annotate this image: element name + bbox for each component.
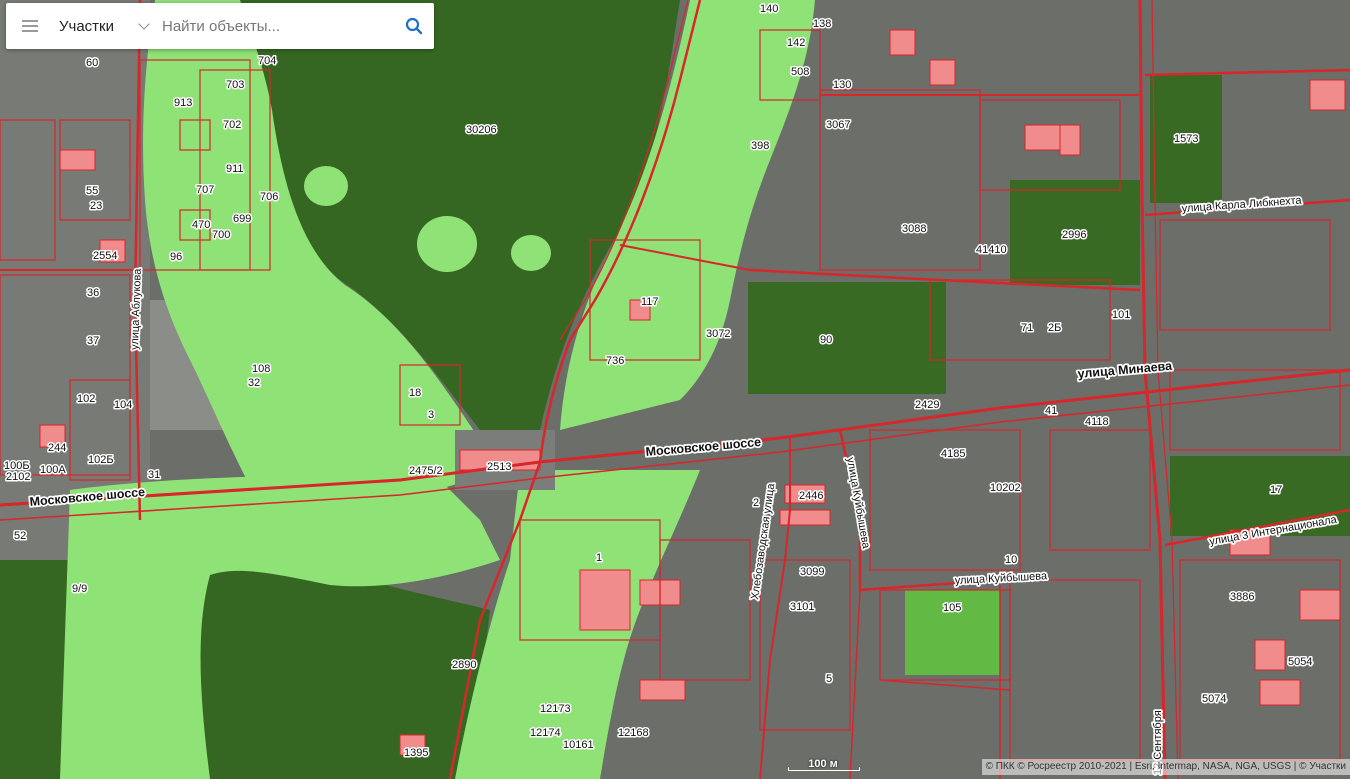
parcel-label: 2475/2 (409, 465, 443, 477)
parcel-label: 470 (192, 219, 210, 231)
parcel-label: 3101 (790, 601, 814, 613)
park-90 (748, 282, 946, 394)
parcel-label: 2554 (93, 250, 117, 262)
menu-button[interactable] (6, 3, 54, 49)
layer-select-label: Участки (59, 17, 114, 35)
parcel-label: 913 (174, 97, 192, 109)
parcel-label: 1 (596, 552, 602, 564)
scale-line (788, 767, 860, 771)
map-canvas[interactable]: 30206 398 736 3072 117 90 2429 2475/2 25… (0, 0, 1350, 779)
parcel-label: 12174 (530, 727, 561, 739)
parcel-label: 18 (409, 387, 421, 399)
search-input[interactable] (156, 11, 378, 41)
parcel-label: 96 (170, 251, 182, 263)
parcel-label: 31 (148, 469, 160, 481)
parcel-label: 17 (1270, 484, 1282, 496)
parcel-label: 52 (14, 530, 26, 542)
parcel-label: 2Б (1048, 322, 1061, 334)
parcel-label: 60 (86, 57, 98, 69)
parcel-label: 703 (226, 79, 244, 91)
parcel-label: 10202 (990, 482, 1021, 494)
parcel-label: 102 (77, 393, 95, 405)
parcel-label: 104 (114, 399, 132, 411)
parcel-label: 2102 (6, 471, 30, 483)
parcel-label: 30206 (466, 124, 497, 136)
parcel-label: 3072 (706, 328, 730, 340)
layer-select[interactable]: Участки (54, 3, 156, 49)
parcel-label: 142 (787, 37, 805, 49)
parcel-label: 1395 (404, 747, 428, 759)
parcel-label: 130 (833, 79, 851, 91)
parcel-label: 140 (760, 3, 778, 15)
parcel-label: 699 (233, 213, 251, 225)
parcel-label: 5054 (1288, 656, 1312, 668)
parcel-label: 3088 (902, 223, 926, 235)
island-2 (417, 216, 477, 272)
parcel-label: 12168 (618, 727, 649, 739)
parcel-label: 101 (1112, 309, 1130, 321)
parcel-label: 100А (40, 464, 66, 476)
search-button[interactable] (394, 3, 434, 49)
parcel-label: 3067 (826, 119, 850, 131)
parcel-label: 702 (223, 119, 241, 131)
parcel-label: 2446 (799, 490, 823, 502)
parcel-label: 2996 (1062, 229, 1086, 241)
parcel-label: 71 (1021, 322, 1033, 334)
parcel-label: 704 (258, 55, 276, 67)
search-panel: Участки (6, 3, 434, 49)
parcel-label: 108 (252, 363, 270, 375)
parcel-label: 36 (87, 287, 99, 299)
parcel-label: 117 (641, 296, 659, 308)
parcel-label: 138 (813, 18, 831, 30)
parcel-label: 398 (751, 140, 769, 152)
search-icon (405, 17, 423, 35)
parcel-label: 2890 (452, 659, 476, 671)
parcel-label: 12173 (540, 703, 571, 715)
parcel-label: 2 (753, 497, 759, 509)
parcel-label: 105 (943, 602, 961, 614)
parcel-label: 2513 (487, 461, 511, 473)
parcel-label: 3886 (1230, 591, 1254, 603)
parcel-label: 4118 (1085, 416, 1109, 428)
chevron-down-icon (138, 18, 150, 30)
parcel-label: 707 (196, 184, 214, 196)
parcel-label: 102Б (88, 454, 114, 466)
parcel-label: 32 (248, 377, 260, 389)
parcel-label: 10 (1005, 554, 1017, 566)
parcel-label: 10161 (563, 739, 594, 751)
scale-bar: 100 м (788, 758, 860, 772)
parcel-label: 244 (48, 442, 66, 454)
parcel-label: 2429 (915, 399, 939, 411)
parcel-label: 700 (212, 229, 230, 241)
parcel-label: 4185 (941, 448, 965, 460)
parcel-label: 1573 (1174, 133, 1198, 145)
island-3 (511, 235, 551, 271)
parcel-label: 706 (260, 191, 278, 203)
map-attribution: © ПКК © Росреестр 2010-2021 | Esri, Inte… (981, 759, 1350, 775)
parcel-label: 23 (90, 200, 102, 212)
parcel-label: 3 (428, 409, 434, 421)
parcel-label: 508 (791, 66, 809, 78)
hamburger-icon (22, 20, 38, 32)
parcel-label: 41410 (976, 244, 1007, 256)
parcel-label: 37 (87, 335, 99, 347)
parcel-label: 5074 (1202, 693, 1226, 705)
parcel-label: 9/9 (72, 583, 87, 595)
parcel-label: 90 (820, 334, 832, 346)
parcel-label: 3099 (800, 566, 824, 578)
parcel-label: 736 (606, 355, 624, 367)
forest-southwest (0, 560, 70, 779)
parcel-label: 5 (826, 673, 832, 685)
island-1 (304, 166, 348, 206)
parcel-label: 911 (226, 163, 244, 175)
parcel-label: 41 (1045, 405, 1057, 417)
parcel-label: 55 (86, 185, 98, 197)
